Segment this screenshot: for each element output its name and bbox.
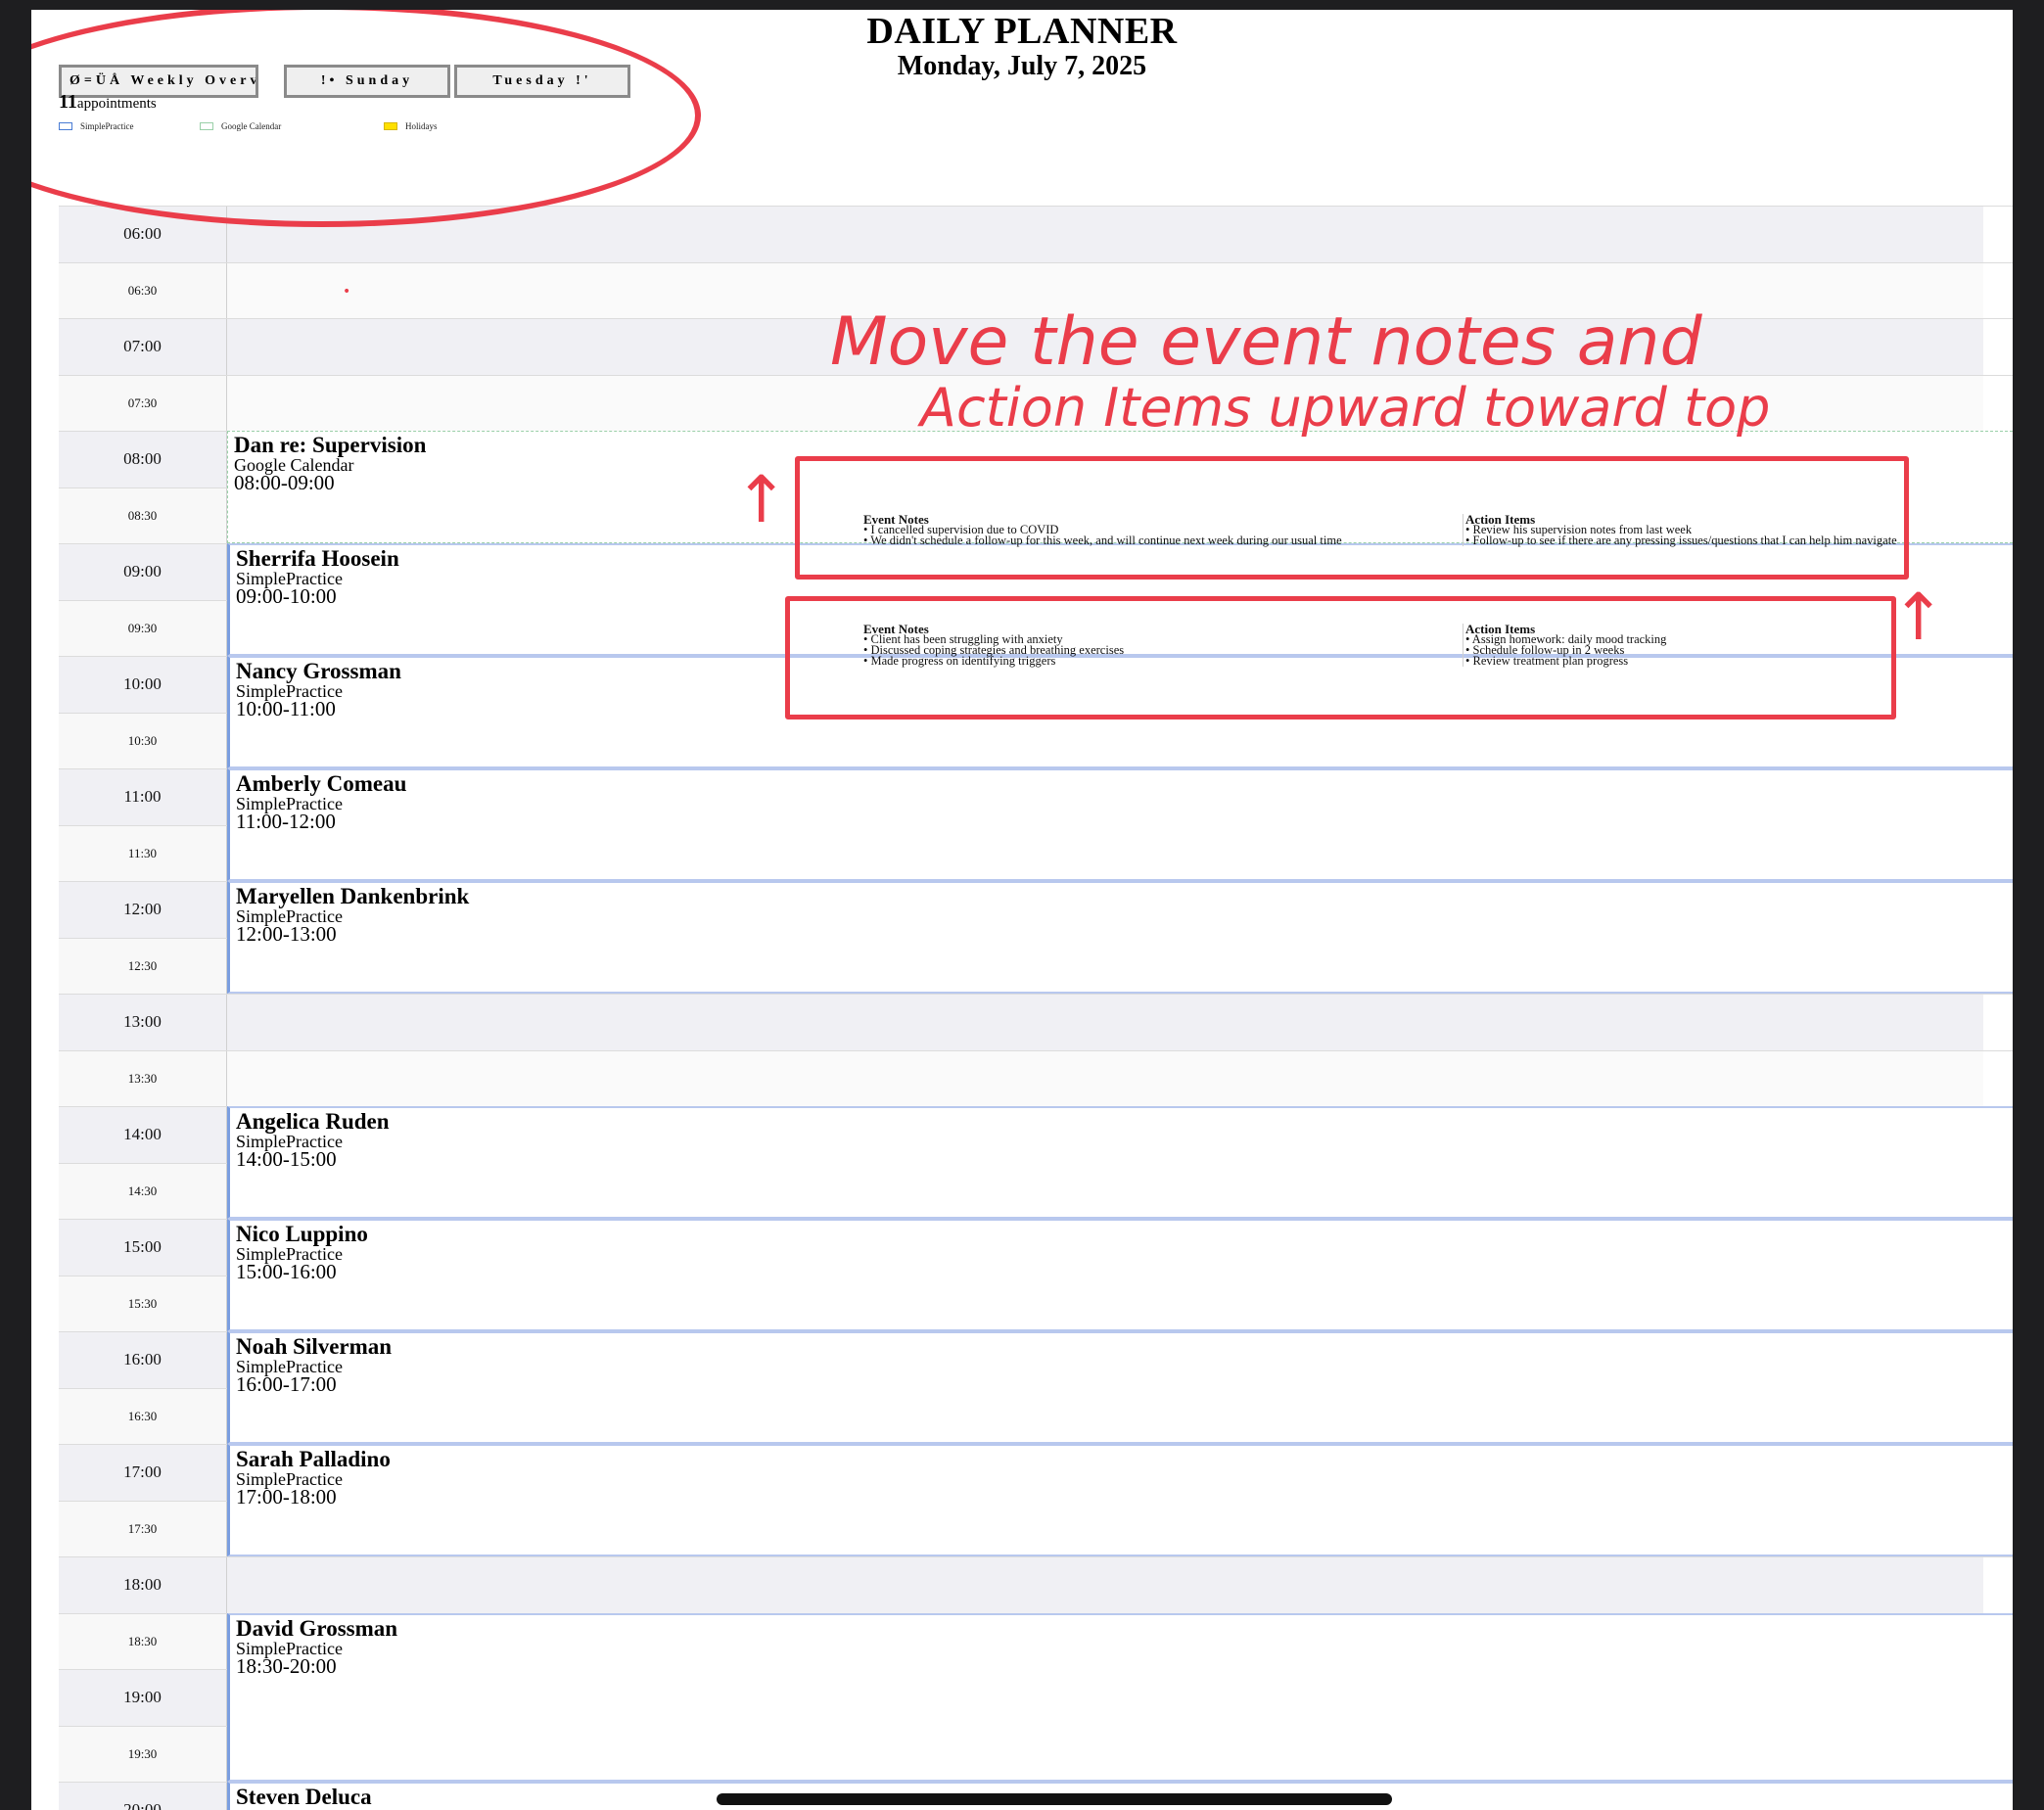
time-label: 11:30 <box>59 825 227 881</box>
time-label: 08:30 <box>59 487 227 543</box>
event-name: Angelica Ruden <box>236 1109 390 1134</box>
annotation-dot: • <box>343 284 351 300</box>
event-time: 17:00-18:00 <box>236 1485 337 1508</box>
annotation-ellipse <box>31 10 701 227</box>
time-label: 12:30 <box>59 938 227 994</box>
event-name: Noah Silverman <box>236 1334 393 1359</box>
time-label: 10:30 <box>59 713 227 768</box>
top-bezel <box>0 0 2044 10</box>
appointment-event[interactable]: David Grossman SimplePractice 18:30-20:00 <box>227 1612 2013 1782</box>
time-lane[interactable] <box>227 1557 1983 1613</box>
event-source: SimplePractice <box>236 1469 343 1489</box>
annotation-arrow-right: ↑ <box>1891 580 1946 655</box>
time-slot[interactable]: 18:00 <box>59 1556 2013 1613</box>
time-label: 11:00 <box>59 769 227 825</box>
time-lane[interactable] <box>227 1050 1983 1106</box>
event-time: 12:00-13:00 <box>236 922 337 946</box>
time-label: 13:30 <box>59 1050 227 1106</box>
event-time: 11:00-12:00 <box>236 810 336 833</box>
time-label: 08:00 <box>59 432 227 487</box>
time-label: 12:00 <box>59 882 227 938</box>
time-label: 19:30 <box>59 1726 227 1782</box>
appointment-event[interactable]: Noah Silverman SimplePractice 16:00-17:00 <box>227 1331 2013 1444</box>
event-time: 14:00-15:00 <box>236 1147 337 1171</box>
annotation-text-line2: Action Items upward toward top <box>920 377 1771 439</box>
event-time: 18:30-20:00 <box>236 1653 337 1678</box>
appointment-event[interactable]: Angelica Ruden SimplePractice 14:00-15:00 <box>227 1106 2013 1219</box>
annotation-box-notes-2 <box>785 596 1896 719</box>
time-label: 18:30 <box>59 1613 227 1669</box>
time-label: 15:00 <box>59 1220 227 1276</box>
time-label: 17:30 <box>59 1501 227 1556</box>
time-label: 19:00 <box>59 1670 227 1726</box>
event-time: 15:00-16:00 <box>236 1260 337 1283</box>
event-source: SimplePractice <box>236 1132 343 1151</box>
event-source: SimplePractice <box>236 794 343 813</box>
event-name: David Grossman <box>236 1615 398 1641</box>
time-label: 16:00 <box>59 1332 227 1388</box>
time-label: 18:00 <box>59 1557 227 1613</box>
time-slot[interactable]: 13:00 <box>59 994 2013 1050</box>
time-slot[interactable]: 13:30 <box>59 1049 2013 1106</box>
time-lane[interactable] <box>227 995 1983 1050</box>
time-label: 14:00 <box>59 1107 227 1163</box>
appointment-event[interactable]: Sarah Palladino SimplePractice 17:00-18:00 <box>227 1444 2013 1556</box>
time-label: 14:30 <box>59 1163 227 1219</box>
annotation-box-notes-1 <box>795 456 1909 580</box>
annotation-text-line1: Move the event notes and <box>830 303 1702 381</box>
event-source: SimplePractice <box>236 906 343 926</box>
appointment-event[interactable]: Maryellen Dankenbrink SimplePractice 12:00… <box>227 881 2013 994</box>
appointment-event[interactable]: Amberly Comeau SimplePractice 11:00-12:00 <box>227 768 2013 881</box>
event-source: SimplePractice <box>236 1244 343 1264</box>
event-time: 16:00-17:00 <box>236 1372 337 1396</box>
planner-page: DAILY PLANNER Monday, July 7, 2025 Ø=ÜÅ … <box>31 10 2013 1810</box>
home-indicator <box>717 1793 1392 1805</box>
time-label: 13:00 <box>59 995 227 1050</box>
time-label: 16:30 <box>59 1388 227 1444</box>
event-source: SimplePractice <box>236 1638 343 1658</box>
time-label: 09:00 <box>59 544 227 600</box>
event-name: Maryellen Dankenbrink <box>236 884 470 908</box>
time-label: 07:00 <box>59 319 227 375</box>
time-label: 15:30 <box>59 1276 227 1331</box>
time-label: 09:30 <box>59 600 227 656</box>
annotation-arrow-left: ↑ <box>734 462 789 537</box>
appointment-event[interactable]: Nico Luppino SimplePractice 15:00-16:00 <box>227 1219 2013 1331</box>
time-label: 20:00 <box>59 1783 227 1810</box>
event-name: Sarah Palladino <box>236 1447 391 1471</box>
event-name: Amberly Comeau <box>236 771 407 796</box>
time-label: 06:30 <box>59 262 227 318</box>
time-label: 10:00 <box>59 657 227 713</box>
event-name: Nico Luppino <box>236 1222 368 1246</box>
time-label: 17:00 <box>59 1445 227 1501</box>
event-source: SimplePractice <box>236 1357 343 1376</box>
time-label: 07:30 <box>59 375 227 431</box>
